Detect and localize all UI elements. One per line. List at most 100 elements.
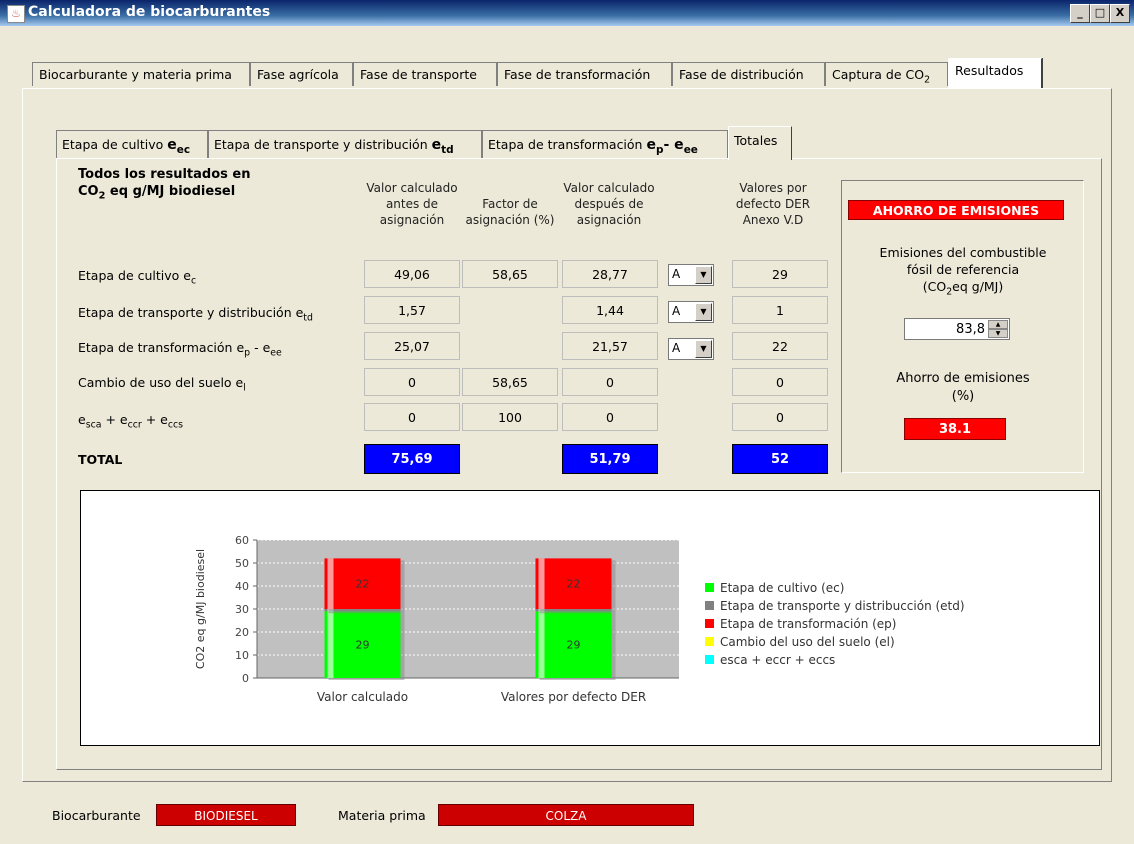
total-after: 51,79 bbox=[562, 444, 658, 474]
results-heading-line2: CO2 eq g/MJ biodiesel bbox=[78, 184, 236, 202]
y-tick-label: 60 bbox=[235, 534, 249, 547]
chevron-down-icon[interactable]: ▼ bbox=[695, 340, 712, 358]
allocation-combo[interactable]: A ▼ bbox=[668, 301, 714, 323]
savings-value: 38.1 bbox=[904, 418, 1006, 440]
cell-default: 1 bbox=[732, 296, 828, 324]
col-header-before: Valor calculado antes de asignación bbox=[366, 181, 458, 227]
legend-swatch bbox=[705, 637, 714, 646]
row-label-esca: esca + eccr + eccs bbox=[78, 412, 184, 431]
legend-label: Etapa de transporte y distribucción (etd… bbox=[720, 599, 965, 613]
allocation-combo[interactable]: A ▼ bbox=[668, 338, 714, 360]
legend-swatch bbox=[705, 655, 714, 664]
legend-label: Etapa de transformación (ep) bbox=[720, 617, 896, 631]
stacked-bar-chart: 0 10 20 30 40 50 60 CO2 eq g/MJ biodiesel 29 22 Va… bbox=[194, 534, 965, 704]
minimize-button[interactable]: _ bbox=[1070, 4, 1090, 23]
ref-label-line1: Emisiones del combustible bbox=[879, 245, 1047, 260]
total-before: 75,69 bbox=[364, 444, 460, 474]
savings-percent-label: Ahorro de emisiones (%) bbox=[846, 370, 1080, 406]
cell-default: 22 bbox=[732, 332, 828, 360]
spinner-up-icon[interactable]: ▲ bbox=[988, 320, 1008, 329]
cell-default: 0 bbox=[732, 403, 828, 431]
tab-label: Biocarburante y materia prima bbox=[39, 67, 232, 82]
biocarburante-label: Biocarburante bbox=[52, 808, 141, 823]
row-label-total: TOTAL bbox=[78, 452, 123, 467]
ref-label-line2: fósil de referencia bbox=[906, 262, 1020, 277]
row-label-transformacion: Etapa de transformación ep - eee bbox=[78, 340, 282, 359]
bar-shadow bbox=[328, 611, 405, 614]
chevron-down-icon[interactable]: ▼ bbox=[695, 303, 712, 321]
subtab-label: Etapa de transporte y distribución etd bbox=[214, 137, 454, 156]
tab-resultados[interactable]: Resultados bbox=[948, 58, 1042, 88]
java-app-icon: ♨ bbox=[7, 5, 25, 23]
bar-highlight bbox=[327, 611, 334, 678]
bar-highlight bbox=[538, 558, 545, 609]
tab-biocarburante[interactable]: Biocarburante y materia prima bbox=[32, 62, 250, 86]
tab-fase-distribucion[interactable]: Fase de distribución bbox=[672, 62, 825, 86]
combo-value: A bbox=[672, 304, 681, 318]
allocation-combo[interactable]: A ▼ bbox=[668, 264, 714, 286]
y-tick-label: 30 bbox=[235, 603, 249, 616]
tab-label: Fase de transformación bbox=[504, 67, 651, 82]
spinner-down-icon[interactable]: ▼ bbox=[988, 329, 1008, 338]
chevron-down-icon[interactable]: ▼ bbox=[695, 266, 712, 284]
cell-before: 1,57 bbox=[364, 296, 460, 324]
cell-after: 28,77 bbox=[562, 260, 658, 288]
tab-label: Fase agrícola bbox=[257, 67, 339, 82]
bar-highlight bbox=[327, 558, 334, 609]
subtab-transporte-distribucion[interactable]: Etapa de transporte y distribución etd bbox=[208, 130, 482, 158]
subtab-totales[interactable]: Totales bbox=[728, 126, 792, 160]
data-label: 29 bbox=[356, 639, 370, 652]
cell-default: 0 bbox=[732, 368, 828, 396]
legend-swatch bbox=[705, 583, 714, 592]
reference-emissions-spinner[interactable]: 83,8 ▲ ▼ bbox=[904, 318, 1010, 340]
data-label: 22 bbox=[567, 578, 581, 591]
biocarburante-value: BIODIESEL bbox=[156, 804, 296, 826]
legend-label: esca + eccr + eccs bbox=[720, 653, 835, 667]
tab-label: Captura de CO2 bbox=[832, 67, 931, 86]
subtab-label: Etapa de cultivo eec bbox=[62, 137, 191, 156]
y-tick-label: 20 bbox=[235, 626, 249, 639]
data-label: 22 bbox=[356, 578, 370, 591]
row-label-transporte: Etapa de transporte y distribución etd bbox=[78, 305, 313, 324]
spinner-value[interactable]: 83,8 bbox=[956, 322, 985, 337]
materia-prima-value: COLZA bbox=[438, 804, 694, 826]
close-button[interactable]: X bbox=[1110, 4, 1130, 23]
cell-after: 0 bbox=[562, 368, 658, 396]
ref-label-line3: (CO2eq g/MJ) bbox=[922, 279, 1004, 298]
cell-after: 1,44 bbox=[562, 296, 658, 324]
reference-emissions-label: Emisiones del combustible fósil de refer… bbox=[846, 244, 1080, 301]
tab-label: Fase de transporte bbox=[360, 67, 477, 82]
cell-before: 49,06 bbox=[364, 260, 460, 288]
maximize-button[interactable]: □ bbox=[1090, 4, 1110, 23]
legend-label: Etapa de cultivo (ec) bbox=[720, 581, 844, 595]
cell-before: 0 bbox=[364, 368, 460, 396]
cell-factor: 58,65 bbox=[462, 260, 558, 288]
y-tick-label: 50 bbox=[235, 557, 249, 570]
tab-captura-co2[interactable]: Captura de CO2 bbox=[825, 62, 948, 86]
col-header-factor: Factor de asignación (%) bbox=[465, 197, 555, 227]
subtab-etapa-cultivo[interactable]: Etapa de cultivo eec bbox=[56, 130, 208, 158]
subtab-label: Etapa de transformación ep- eee bbox=[488, 137, 698, 156]
col-header-default: Valores por defecto DER Anexo V.D bbox=[735, 181, 811, 227]
savings-title: AHORRO DE EMISIONES bbox=[848, 200, 1064, 220]
tab-fase-transporte[interactable]: Fase de transporte bbox=[353, 62, 497, 86]
tab-label: Resultados bbox=[955, 63, 1024, 78]
tab-fase-agricola[interactable]: Fase agrícola bbox=[250, 62, 353, 86]
subtab-transformacion[interactable]: Etapa de transformación ep- eee bbox=[482, 130, 728, 158]
total-default: 52 bbox=[732, 444, 828, 474]
savings-label-line1: Ahorro de emisiones bbox=[896, 371, 1030, 386]
results-heading-line1: Todos los resultados en bbox=[78, 167, 251, 182]
materia-prima-label: Materia prima bbox=[338, 808, 426, 823]
legend-label: Cambio del uso del suelo (el) bbox=[720, 635, 895, 649]
cell-before: 0 bbox=[364, 403, 460, 431]
tab-label: Fase de distribución bbox=[679, 67, 804, 82]
data-label: 29 bbox=[567, 639, 581, 652]
y-axis-label: CO2 eq g/MJ biodiesel bbox=[194, 549, 207, 669]
row-label-uso-suelo: Cambio de uso del suelo el bbox=[78, 375, 246, 394]
window-title: Calculadora de biocarburantes bbox=[28, 4, 271, 20]
y-tick-label: 10 bbox=[235, 649, 249, 662]
tab-fase-transformacion[interactable]: Fase de transformación bbox=[497, 62, 672, 86]
combo-value: A bbox=[672, 341, 681, 355]
row-label-cultivo: Etapa de cultivo ec bbox=[78, 268, 197, 287]
cell-factor: 100 bbox=[462, 403, 558, 431]
